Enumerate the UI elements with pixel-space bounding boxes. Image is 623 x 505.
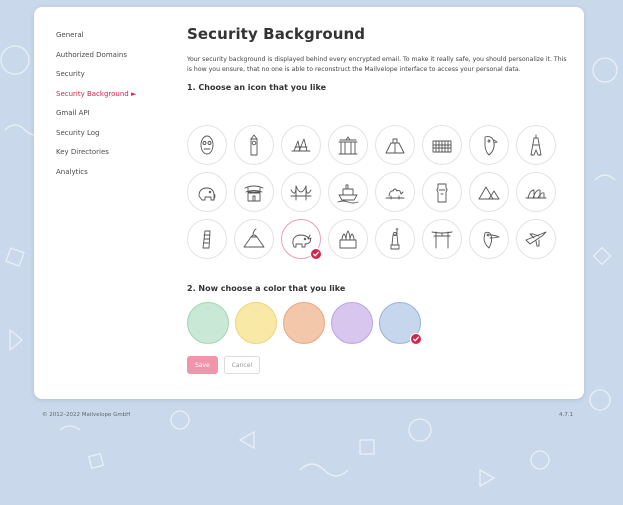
icon-grid [187, 125, 563, 260]
color-option[interactable] [187, 302, 229, 344]
torii-gate-icon [431, 231, 453, 249]
volcano-icon [243, 228, 265, 248]
tribal-mask-icon [200, 135, 214, 155]
icon-option[interactable] [516, 172, 556, 212]
big-ben-icon [250, 134, 258, 156]
camel-icon [385, 188, 405, 200]
icon-option[interactable] [516, 125, 556, 165]
icon-option[interactable] [516, 219, 556, 259]
icon-option[interactable] [328, 219, 368, 259]
settings-card: General Authorized Domains Security Secu… [34, 7, 584, 399]
icon-option[interactable] [328, 172, 368, 212]
icon-option[interactable] [234, 219, 274, 259]
icon-option[interactable] [187, 125, 227, 165]
icon-option[interactable] [234, 125, 274, 165]
icon-option[interactable] [469, 219, 509, 259]
checkmark-icon [410, 333, 422, 345]
eiffel-tower-icon [530, 134, 542, 156]
elephant-icon [198, 187, 216, 201]
sydney-opera-house-icon [525, 189, 547, 199]
statue-of-liberty-icon [390, 228, 400, 250]
st-basil-cathedral-icon [339, 230, 357, 249]
color-option[interactable] [283, 302, 325, 344]
icon-option[interactable] [375, 219, 415, 259]
chinese-temple-icon [244, 185, 264, 202]
pyramids-icon [478, 186, 500, 200]
cancel-button[interactable]: Cancel [223, 356, 261, 374]
color-option[interactable] [379, 302, 422, 345]
action-buttons: Save Cancel [187, 356, 261, 374]
icon-section-heading: 1. Choose an icon that you like [187, 83, 326, 92]
sidebar-item-security-log[interactable]: Security Log [56, 127, 166, 147]
sidebar-item-security-background[interactable]: Security Background ► [56, 88, 166, 108]
color-section-heading: 2. Now choose a color that you like [187, 284, 346, 293]
icon-option[interactable] [281, 125, 321, 165]
color-picker [187, 302, 422, 345]
sidebar-item-security[interactable]: Security [56, 68, 166, 88]
color-option[interactable] [235, 302, 277, 344]
page-description: Your security background is displayed be… [187, 56, 567, 73]
icon-option[interactable] [422, 125, 462, 165]
icon-option[interactable] [375, 125, 415, 165]
icon-option[interactable] [375, 172, 415, 212]
sidebar-item-authorized-domains[interactable]: Authorized Domains [56, 49, 166, 69]
opera-house-icon [291, 138, 311, 152]
icon-option[interactable] [469, 172, 509, 212]
icon-option[interactable] [422, 219, 462, 259]
rhino-icon [292, 234, 312, 248]
pyramid-of-kukulcan-icon [385, 138, 405, 154]
airplane-icon [525, 231, 547, 247]
icon-option[interactable] [281, 172, 321, 212]
leaning-tower-icon [202, 230, 211, 249]
icon-option[interactable] [234, 172, 274, 212]
sidebar-item-gmail-api[interactable]: Gmail API [56, 107, 166, 127]
ship-icon [337, 184, 359, 204]
icon-option[interactable] [422, 172, 462, 212]
sidebar-item-key-directories[interactable]: Key Directories [56, 146, 166, 166]
icon-option[interactable] [469, 125, 509, 165]
version-text: 4.7.1 [559, 412, 573, 418]
brandenburg-gate-icon [338, 136, 358, 155]
icon-option[interactable] [187, 219, 227, 259]
icon-option[interactable] [187, 172, 227, 212]
toucan-icon [483, 231, 500, 249]
sidebar-item-general[interactable]: General [56, 29, 166, 49]
page-title: Security Background [187, 25, 366, 43]
color-option[interactable] [331, 302, 373, 344]
save-button[interactable]: Save [187, 356, 218, 374]
colosseum-icon [432, 140, 452, 153]
parrot-icon [484, 136, 498, 156]
golden-gate-bridge-icon [290, 185, 312, 201]
sidebar-item-analytics[interactable]: Analytics [56, 166, 166, 186]
icon-option[interactable] [281, 219, 322, 260]
sidebar-nav: General Authorized Domains Security Secu… [56, 29, 166, 185]
checkmark-icon [310, 248, 322, 260]
copyright-text: © 2012–2022 Mailvelope GmbH [42, 412, 131, 418]
icon-option[interactable] [328, 125, 368, 165]
moai-icon [436, 183, 448, 203]
main-content: Security Background Your security backgr… [187, 25, 567, 374]
